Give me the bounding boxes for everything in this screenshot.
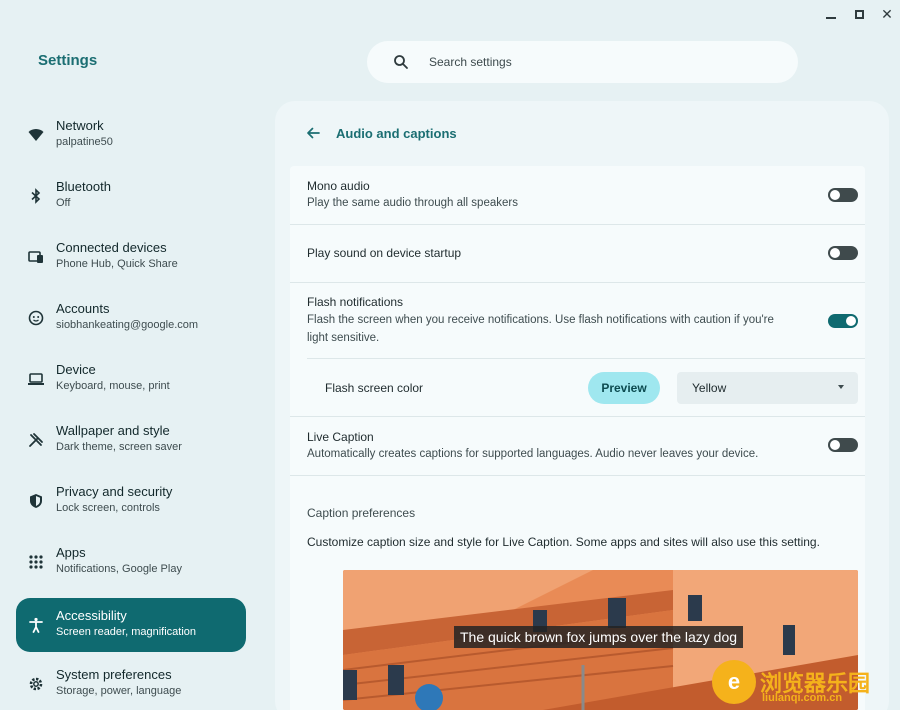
toggle-knob (846, 316, 856, 326)
sidebar-item-system-preferences[interactable]: System preferences Storage, power, langu… (16, 657, 246, 710)
maximize-icon (854, 9, 864, 19)
sidebar-item-label: Accounts (56, 301, 110, 316)
sidebar-item-label: Privacy and security (56, 484, 173, 499)
search-bar[interactable]: Search settings (367, 41, 798, 83)
watermark-logo: e 浏览器乐园 liulanqi.com.cn (712, 660, 870, 704)
startup-sound-title: Play sound on device startup (307, 246, 462, 260)
toggle-knob (830, 248, 840, 258)
watermark-subtext: liulanqi.com.cn (762, 692, 843, 704)
toggle-knob (830, 440, 840, 450)
sidebar-item-connected-devices[interactable]: Connected devices Phone Hub, Quick Share (16, 230, 246, 284)
divider (290, 282, 865, 283)
apps-grid-icon (29, 555, 43, 569)
mono-audio-title: Mono audio (307, 179, 370, 193)
sidebar-item-sublabel: Notifications, Google Play (56, 563, 182, 575)
sidebar-item-device[interactable]: Device Keyboard, mouse, print (16, 352, 246, 406)
app-title: Settings (38, 52, 98, 69)
accessibility-icon (29, 617, 43, 633)
sidebar-item-label: Connected devices (56, 240, 167, 255)
bluetooth-icon (31, 188, 41, 204)
search-icon (394, 55, 408, 69)
sidebar-item-label: Network (56, 118, 104, 133)
connected-devices-icon (28, 251, 43, 263)
preview-button[interactable]: Preview (588, 372, 660, 404)
search-input[interactable]: Search settings (429, 55, 512, 69)
sidebar-item-sublabel: Keyboard, mouse, print (56, 380, 170, 392)
flash-color-value: Yellow (692, 381, 727, 395)
divider (290, 475, 865, 476)
sidebar-item-sublabel: Screen reader, magnification (56, 626, 197, 638)
sidebar-item-sublabel: Dark theme, screen saver (56, 441, 182, 453)
back-arrow-icon[interactable] (306, 126, 320, 140)
mono-audio-description: Play the same audio through all speakers (307, 197, 518, 209)
laptop-icon (28, 373, 44, 385)
gear-icon (29, 677, 43, 691)
sidebar-item-label: Accessibility (56, 608, 127, 623)
sidebar-item-label: System preferences (56, 667, 172, 682)
divider (290, 416, 865, 417)
wifi-icon (28, 129, 44, 141)
palette-icon (29, 433, 43, 447)
flash-notifications-title: Flash notifications (307, 295, 404, 309)
caption-preferences-description: Customize caption size and style for Liv… (307, 535, 820, 549)
sidebar-item-sublabel: Lock screen, controls (56, 502, 160, 514)
flash-notifications-toggle[interactable] (828, 314, 858, 328)
sidebar-item-sublabel: Phone Hub, Quick Share (56, 258, 178, 270)
startup-sound-toggle[interactable] (828, 246, 858, 260)
sidebar-item-accessibility[interactable]: Accessibility Screen reader, magnificati… (16, 598, 246, 652)
sidebar-item-sublabel: Off (56, 197, 71, 209)
window-controls: ✕ (824, 6, 894, 22)
sidebar-item-label: Apps (56, 545, 86, 560)
divider (290, 224, 865, 225)
page-title: Audio and captions (336, 126, 457, 141)
sample-caption: The quick brown fox jumps over the lazy … (454, 626, 744, 648)
flash-color-label: Flash screen color (325, 381, 424, 395)
sidebar-item-sublabel: palpatine50 (56, 136, 113, 148)
flash-color-select[interactable]: Yellow (677, 372, 858, 404)
sidebar-item-privacy[interactable]: Privacy and security Lock screen, contro… (16, 474, 246, 528)
sidebar-item-sublabel: Storage, power, language (56, 685, 182, 697)
sidebar-item-network[interactable]: Network palpatine50 (16, 108, 246, 162)
minimize-icon (826, 17, 836, 19)
sidebar-item-label: Wallpaper and style (56, 423, 170, 438)
live-caption-toggle[interactable] (828, 438, 858, 452)
close-icon: ✕ (881, 5, 893, 22)
flash-notifications-description-2: light sensitive. (307, 332, 380, 344)
sidebar-item-apps[interactable]: Apps Notifications, Google Play (16, 535, 246, 589)
maximize-button[interactable] (852, 6, 866, 22)
sidebar-item-accounts[interactable]: Accounts siobhankeating@google.com (16, 291, 246, 345)
sidebar-item-label: Bluetooth (56, 179, 111, 194)
mono-audio-toggle[interactable] (828, 188, 858, 202)
sidebar-item-label: Device (56, 362, 96, 377)
flash-notifications-description: Flash the screen when you receive notifi… (307, 314, 774, 326)
minimize-button[interactable] (824, 6, 838, 22)
close-button[interactable]: ✕ (880, 6, 894, 22)
account-icon (28, 310, 44, 326)
watermark-icon: e (712, 660, 756, 704)
live-caption-title: Live Caption (307, 430, 374, 444)
chevron-down-icon (838, 385, 844, 389)
sidebar-item-bluetooth[interactable]: Bluetooth Off (16, 169, 246, 223)
shield-icon (30, 494, 42, 508)
sidebar-item-wallpaper[interactable]: Wallpaper and style Dark theme, screen s… (16, 413, 246, 467)
divider (307, 358, 865, 359)
live-caption-description: Automatically creates captions for suppo… (307, 448, 759, 460)
toggle-knob (830, 190, 840, 200)
caption-preferences-heading: Caption preferences (307, 506, 416, 520)
sidebar-item-sublabel: siobhankeating@google.com (56, 319, 199, 331)
